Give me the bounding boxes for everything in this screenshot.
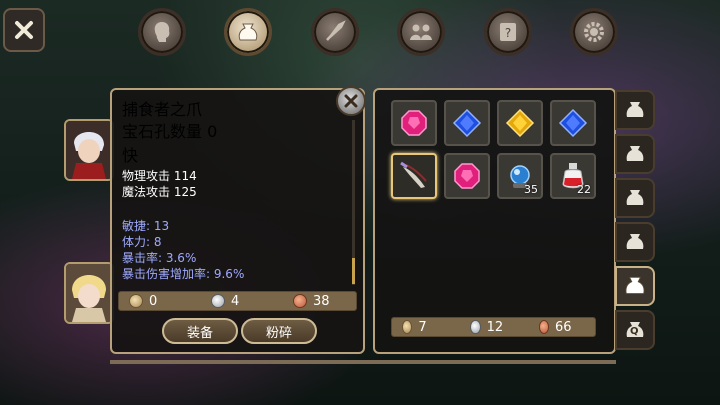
close-button[interactable] <box>3 8 45 52</box>
gold-coin-icon <box>129 294 143 308</box>
price-gold: 0 <box>149 293 158 309</box>
hero-portrait-1[interactable] <box>64 119 114 181</box>
tab-skills[interactable] <box>311 8 359 56</box>
item-agility: 敏捷: 13 <box>122 219 170 233</box>
close-icon <box>344 94 358 108</box>
bag-tab-4[interactable] <box>615 222 655 262</box>
blue-gem-icon <box>452 108 482 138</box>
bag-icon <box>626 146 644 161</box>
bag-tab-3[interactable] <box>615 178 655 218</box>
blue-gem-icon <box>558 108 588 138</box>
bag-tab-5-active[interactable] <box>615 266 655 306</box>
inventory-slot[interactable] <box>550 100 596 146</box>
item-magic-attack: 魔法攻击 125 <box>122 185 197 199</box>
money-gold: 7 <box>418 319 427 335</box>
detail-close-button[interactable] <box>336 86 366 116</box>
bag-icon <box>626 102 644 117</box>
gear-icon <box>584 22 604 42</box>
gold-coin-icon <box>402 320 413 334</box>
avatar <box>66 264 112 322</box>
equip-button[interactable]: 装备 <box>162 318 238 344</box>
copper-coin-icon <box>293 294 307 308</box>
group-icon <box>410 24 432 40</box>
avatar <box>66 121 112 179</box>
bag-icon <box>626 234 644 249</box>
item-count: 22 <box>577 183 591 196</box>
bottom-divider <box>110 360 616 364</box>
inventory-slot[interactable] <box>444 153 490 199</box>
bag-icon <box>238 23 258 41</box>
head-icon <box>154 22 170 42</box>
detail-scroll-thumb[interactable] <box>352 258 355 284</box>
inventory-slot[interactable] <box>444 100 490 146</box>
item-price-bar: 0 4 38 <box>118 291 357 311</box>
tab-settings[interactable] <box>570 8 618 56</box>
money-silver: 12 <box>486 319 504 335</box>
feather-icon <box>326 20 346 41</box>
copper-coin-icon <box>538 320 549 334</box>
item-count: 35 <box>524 183 538 196</box>
tab-bag[interactable] <box>224 8 272 56</box>
pink-gem-icon <box>454 163 480 189</box>
inventory-slot[interactable]: 22 <box>550 153 596 199</box>
bag-icon <box>626 190 644 205</box>
price-copper: 38 <box>313 293 330 309</box>
shatter-button[interactable]: 粉碎 <box>241 318 317 344</box>
tab-quests[interactable]: ? <box>484 8 532 56</box>
quest-tab-label: Q <box>630 326 639 337</box>
pink-gem-icon <box>401 110 427 136</box>
claw-weapon-icon <box>400 161 427 188</box>
bag-tab-2[interactable] <box>615 134 655 174</box>
quest-bag-tab[interactable]: Q <box>615 310 655 350</box>
item-speed: 快 <box>122 146 139 165</box>
bag-icon <box>625 276 645 295</box>
item-phys-attack: 物理攻击 114 <box>122 169 197 183</box>
svg-text:?: ? <box>505 26 511 40</box>
item-name: 捕食者之爪 <box>122 100 203 119</box>
tab-party[interactable] <box>397 8 445 56</box>
bag-tab-1[interactable] <box>615 90 655 130</box>
silver-coin-icon <box>470 320 481 334</box>
item-stamina: 体力: 8 <box>122 235 162 249</box>
money-bar: 7 12 66 <box>391 317 596 337</box>
item-crit-damage: 暴击伤害增加率: 9.6% <box>122 267 245 281</box>
close-icon <box>15 21 33 39</box>
yellow-gem-icon <box>505 108 535 138</box>
inventory-slot[interactable]: 35 <box>497 153 543 199</box>
money-copper: 66 <box>554 319 572 335</box>
inventory-slot[interactable] <box>391 100 437 146</box>
inventory-slot[interactable] <box>497 100 543 146</box>
inventory-slot-selected[interactable] <box>391 153 437 199</box>
price-silver: 4 <box>231 293 240 309</box>
item-sockets: 宝石孔数量 0 <box>122 122 218 141</box>
hero-portrait-2[interactable] <box>64 262 114 324</box>
item-crit-rate: 暴击率: 3.6% <box>122 251 197 265</box>
tab-character[interactable] <box>138 8 186 56</box>
silver-coin-icon <box>211 294 225 308</box>
scroll-icon: ? <box>500 23 516 41</box>
